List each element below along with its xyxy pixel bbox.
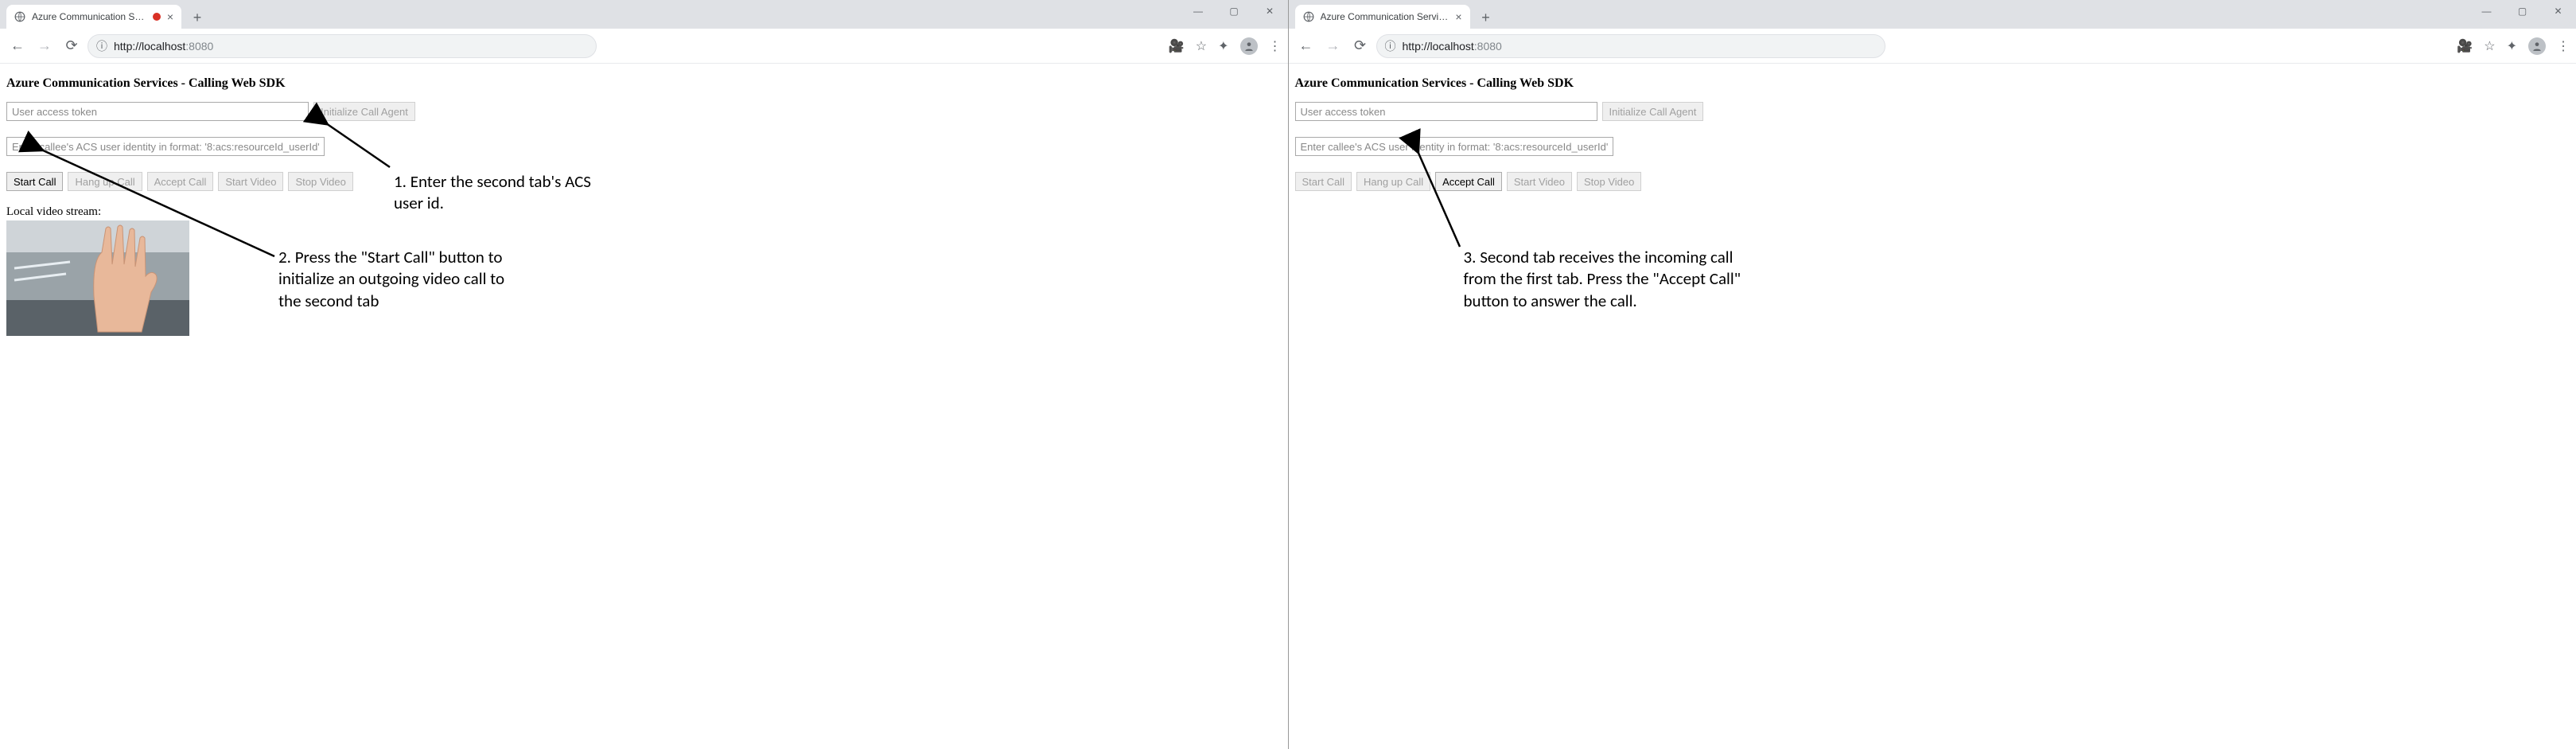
browser-tab[interactable]: Azure Communication Services × bbox=[1295, 5, 1470, 29]
toolbar-icons: 🎥 ☆ ✦ ⋮ bbox=[1169, 37, 1282, 55]
new-tab-button[interactable]: + bbox=[1475, 6, 1497, 29]
hang-up-call-button[interactable]: Hang up Call bbox=[68, 172, 142, 191]
new-tab-button[interactable]: + bbox=[186, 6, 208, 29]
minimize-button[interactable]: — bbox=[2469, 0, 2504, 22]
browser-chrome: Azure Communication Servic × + — ▢ ✕ ← →… bbox=[0, 0, 1288, 64]
local-video-label: Local video stream: bbox=[6, 205, 1282, 219]
accept-call-button[interactable]: Accept Call bbox=[147, 172, 214, 191]
camera-indicator-icon[interactable]: 🎥 bbox=[2457, 38, 2473, 54]
window-controls: — ▢ ✕ bbox=[2469, 0, 2576, 22]
start-call-button[interactable]: Start Call bbox=[6, 172, 63, 191]
annotation-text-1: 1. Enter the second tab's ACS user id. bbox=[394, 171, 601, 215]
url-text: http://localhost:8080 bbox=[1403, 40, 1502, 53]
close-tab-icon[interactable]: × bbox=[167, 10, 173, 23]
profile-avatar-icon[interactable] bbox=[2528, 37, 2546, 55]
tab-strip: Azure Communication Services × + — ▢ ✕ bbox=[1289, 0, 2576, 29]
token-row: Initialize Call Agent bbox=[6, 102, 1282, 121]
call-buttons-row: Start Call Hang up Call Accept Call Star… bbox=[1295, 172, 2570, 191]
forward-button[interactable]: → bbox=[1322, 35, 1344, 57]
right-browser-window: Azure Communication Services × + — ▢ ✕ ←… bbox=[1289, 0, 2576, 749]
globe-icon bbox=[14, 11, 25, 22]
close-window-button[interactable]: ✕ bbox=[1252, 0, 1288, 22]
hang-up-call-button[interactable]: Hang up Call bbox=[1356, 172, 1430, 191]
start-call-button[interactable]: Start Call bbox=[1295, 172, 1352, 191]
accept-call-button[interactable]: Accept Call bbox=[1435, 172, 1502, 191]
address-bar-row: ← → ⟳ ⓘ http://localhost:8080 🎥 ☆ ✦ ⋮ bbox=[1289, 29, 2576, 64]
url-port: :8080 bbox=[185, 40, 213, 53]
callee-row bbox=[1295, 137, 2570, 156]
reload-button[interactable]: ⟳ bbox=[1349, 35, 1372, 57]
maximize-button[interactable]: ▢ bbox=[2504, 0, 2540, 22]
annotation-text-3: 3. Second tab receives the incoming call… bbox=[1464, 247, 1750, 312]
page-title: Azure Communication Services - Calling W… bbox=[6, 76, 1282, 91]
local-video-stream bbox=[6, 220, 189, 336]
site-info-icon[interactable]: ⓘ bbox=[96, 38, 107, 54]
extensions-icon[interactable]: ✦ bbox=[2507, 38, 2517, 54]
tab-title: Azure Communication Servic bbox=[32, 11, 146, 22]
profile-avatar-icon[interactable] bbox=[1240, 37, 1258, 55]
chrome-menu-icon[interactable]: ⋮ bbox=[1269, 38, 1282, 54]
start-video-button[interactable]: Start Video bbox=[1507, 172, 1572, 191]
close-tab-icon[interactable]: × bbox=[1455, 10, 1461, 23]
address-bar[interactable]: ⓘ http://localhost:8080 bbox=[1376, 34, 1885, 58]
left-browser-window: Azure Communication Servic × + — ▢ ✕ ← →… bbox=[0, 0, 1288, 749]
page-content: Azure Communication Services - Calling W… bbox=[0, 64, 1288, 344]
site-info-icon[interactable]: ⓘ bbox=[1385, 38, 1396, 54]
start-video-button[interactable]: Start Video bbox=[218, 172, 283, 191]
address-bar[interactable]: ⓘ http://localhost:8080 bbox=[88, 34, 597, 58]
address-bar-row: ← → ⟳ ⓘ http://localhost:8080 🎥 ☆ ✦ ⋮ bbox=[0, 29, 1288, 64]
stop-video-button[interactable]: Stop Video bbox=[288, 172, 352, 191]
initialize-call-agent-button[interactable]: Initialize Call Agent bbox=[313, 102, 415, 121]
window-controls: — ▢ ✕ bbox=[1181, 0, 1288, 22]
annotation-text-2: 2. Press the "Start Call" button to init… bbox=[278, 247, 517, 312]
reload-button[interactable]: ⟳ bbox=[60, 35, 83, 57]
camera-indicator-icon[interactable]: 🎥 bbox=[1169, 38, 1185, 54]
tab-strip: Azure Communication Servic × + — ▢ ✕ bbox=[0, 0, 1288, 29]
toolbar-icons: 🎥 ☆ ✦ ⋮ bbox=[2457, 37, 2570, 55]
tab-title: Azure Communication Services bbox=[1321, 11, 1449, 22]
back-button[interactable]: ← bbox=[1295, 35, 1317, 57]
page-content: Azure Communication Services - Calling W… bbox=[1289, 64, 2576, 213]
url-host: http://localhost bbox=[114, 40, 185, 53]
stop-video-button[interactable]: Stop Video bbox=[1577, 172, 1641, 191]
chrome-menu-icon[interactable]: ⋮ bbox=[2557, 38, 2570, 54]
callee-row bbox=[6, 137, 1282, 156]
url-text: http://localhost:8080 bbox=[114, 40, 213, 53]
call-buttons-row: Start Call Hang up Call Accept Call Star… bbox=[6, 172, 1282, 191]
maximize-button[interactable]: ▢ bbox=[1216, 0, 1252, 22]
url-host: http://localhost bbox=[1403, 40, 1474, 53]
minimize-button[interactable]: — bbox=[1181, 0, 1216, 22]
back-button[interactable]: ← bbox=[6, 35, 29, 57]
extensions-icon[interactable]: ✦ bbox=[1218, 38, 1228, 54]
close-window-button[interactable]: ✕ bbox=[2540, 0, 2576, 22]
bookmark-icon[interactable]: ☆ bbox=[1196, 38, 1207, 54]
callee-input[interactable] bbox=[1295, 137, 1613, 156]
initialize-call-agent-button[interactable]: Initialize Call Agent bbox=[1602, 102, 1704, 121]
token-input[interactable] bbox=[1295, 102, 1597, 121]
page-title: Azure Communication Services - Calling W… bbox=[1295, 76, 2570, 91]
recording-indicator-icon bbox=[153, 13, 161, 21]
forward-button[interactable]: → bbox=[33, 35, 56, 57]
bookmark-icon[interactable]: ☆ bbox=[2484, 38, 2495, 54]
browser-tab[interactable]: Azure Communication Servic × bbox=[6, 5, 181, 29]
url-port: :8080 bbox=[1474, 40, 1502, 53]
globe-icon bbox=[1303, 11, 1314, 22]
token-input[interactable] bbox=[6, 102, 309, 121]
browser-chrome: Azure Communication Services × + — ▢ ✕ ←… bbox=[1289, 0, 2576, 64]
callee-input[interactable] bbox=[6, 137, 325, 156]
token-row: Initialize Call Agent bbox=[1295, 102, 2570, 121]
